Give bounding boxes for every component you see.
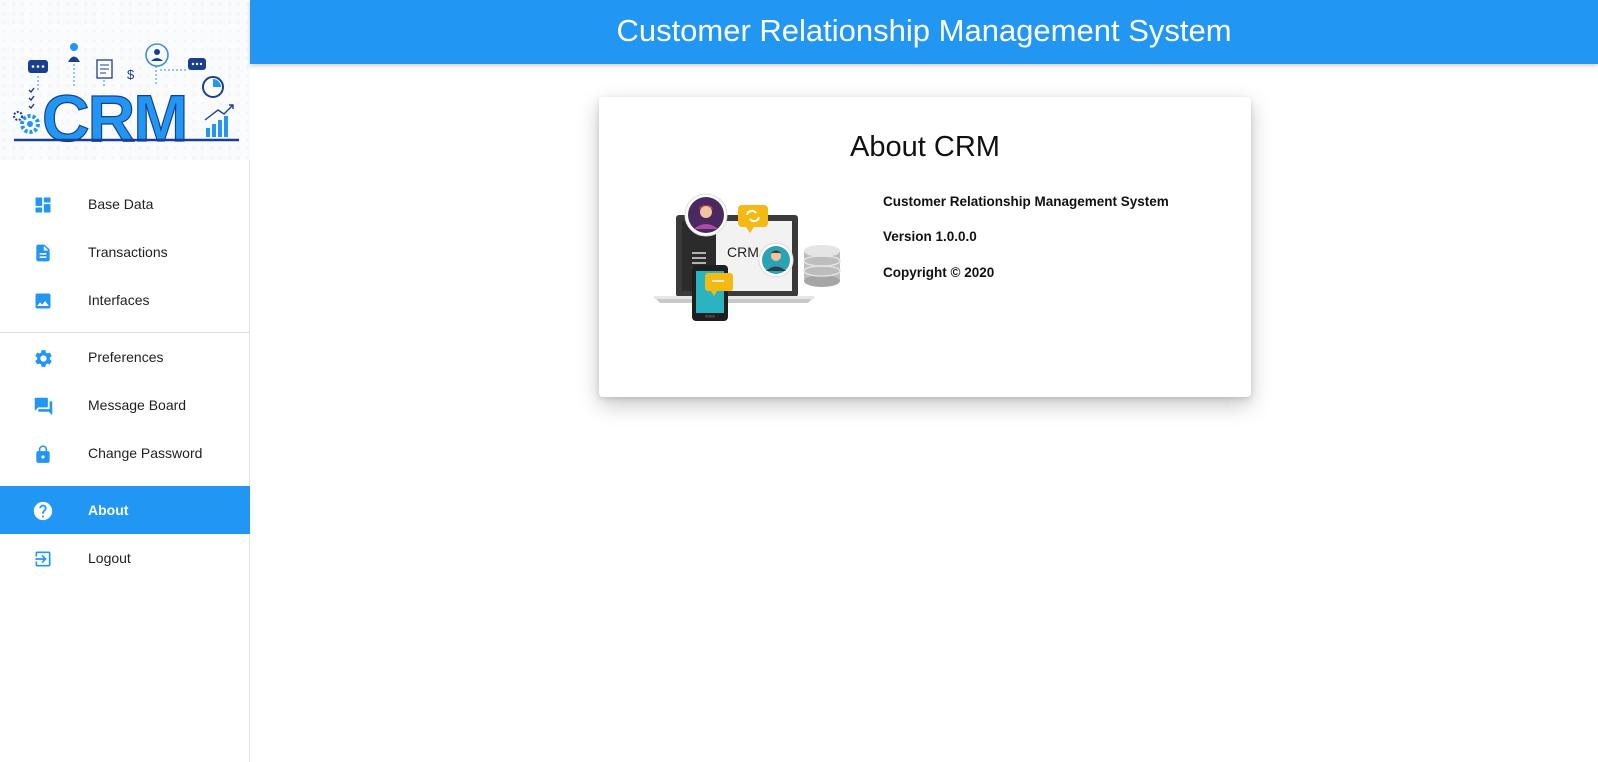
sidebar-item-label: Logout (88, 550, 131, 566)
sidebar-item-transactions[interactable]: Transactions (0, 228, 250, 276)
sidebar-item-about[interactable]: About (0, 486, 250, 534)
about-title: About CRM (850, 131, 1000, 163)
gear-icon (32, 347, 54, 369)
product-name: Customer Relationship Management System (883, 194, 1169, 209)
logo-text: CRM (42, 81, 186, 155)
sidebar-item-label: Interfaces (88, 292, 150, 308)
sidebar-item-message-board[interactable]: Message Board (0, 381, 250, 429)
header-title: Customer Relationship Management System (616, 13, 1232, 48)
sidebar-item-preferences[interactable]: Preferences (0, 333, 250, 381)
forum-icon (32, 395, 54, 417)
app-header: Customer Relationship Management System (250, 0, 1598, 64)
crm-illustration: CRM (654, 193, 841, 321)
copyright-text: Copyright © 2020 (883, 265, 995, 280)
svg-text:$: $ (127, 67, 135, 82)
sidebar-item-label: Change Password (88, 445, 203, 461)
help-circle-icon (32, 500, 54, 522)
lock-icon (32, 443, 54, 465)
sidebar: $ CRM Base Data Transactions Interfaces … (0, 0, 250, 762)
version-text: Version 1.0.0.0 (883, 229, 977, 244)
illustration-crm-text: CRM (727, 244, 759, 260)
sidebar-item-label: About (88, 502, 129, 518)
crm-logo: $ CRM (0, 0, 250, 160)
about-card: About CRM CRM Customer Relationship Mana… (599, 97, 1251, 397)
sidebar-item-base-data[interactable]: Base Data (0, 180, 250, 228)
sidebar-item-label: Transactions (88, 244, 168, 260)
dashboard-icon (32, 194, 54, 216)
crm-logo-graphic: $ CRM (13, 43, 239, 156)
image-icon (32, 290, 54, 312)
sidebar-item-logout[interactable]: Logout (0, 534, 250, 582)
sidebar-item-label: Base Data (88, 196, 154, 212)
logout-icon (32, 548, 54, 570)
document-icon (32, 242, 54, 264)
sidebar-item-label: Preferences (88, 349, 164, 365)
sidebar-item-change-password[interactable]: Change Password (0, 429, 250, 477)
sidebar-item-label: Message Board (88, 397, 187, 413)
sidebar-item-interfaces[interactable]: Interfaces (0, 276, 250, 324)
